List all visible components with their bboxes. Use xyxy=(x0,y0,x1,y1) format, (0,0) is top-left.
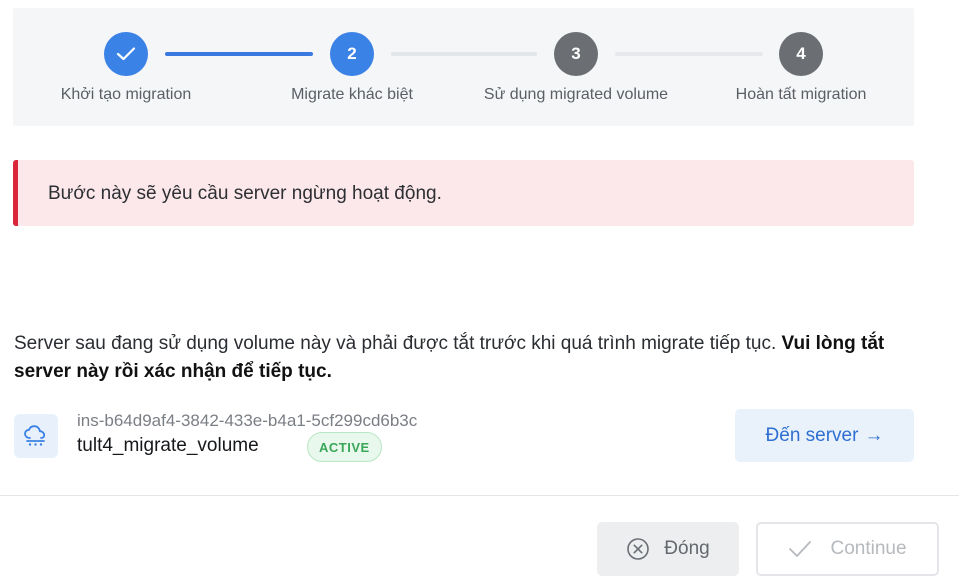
step-2-label: Migrate khác biệt xyxy=(291,86,413,103)
migration-stepper: 2 3 4 Khởi tạo migration Migrate khác bi… xyxy=(13,8,914,126)
continue-button-label: Continue xyxy=(830,538,907,559)
server-shutdown-description: Server sau đang sử dụng volume này và ph… xyxy=(14,330,914,386)
step-1-label: Khởi tạo migration xyxy=(60,86,192,103)
step-2-number: 2 xyxy=(347,44,357,63)
step-2-circle: 2 xyxy=(330,32,374,76)
step-4-number: 4 xyxy=(796,44,806,63)
check-icon xyxy=(789,541,812,557)
step-3-label: Sử dụng migrated volume xyxy=(483,86,669,103)
footer-divider xyxy=(0,495,959,496)
continue-button[interactable]: Continue xyxy=(756,522,939,576)
close-circle-icon xyxy=(627,538,650,560)
close-button-label: Đóng xyxy=(664,538,710,559)
server-name[interactable]: tult4_migrate_volume xyxy=(77,435,259,457)
server-id: ins-b64d9af4-3842-433e-b4a1-5cf299cd6b3c xyxy=(77,411,418,430)
arrow-right-icon: → xyxy=(864,424,884,446)
cloud-server-icon xyxy=(14,414,58,458)
warning-alert: Bước này sẽ yêu cầu server ngừng hoạt độ… xyxy=(13,160,914,226)
go-to-server-label: Đến server xyxy=(765,424,859,446)
step-1-check-icon xyxy=(104,32,148,76)
step-3-number: 3 xyxy=(571,44,581,63)
alert-message: Bước này sẽ yêu cầu server ngừng hoạt độ… xyxy=(48,183,442,204)
step-connector-2 xyxy=(391,52,537,56)
go-to-server-button[interactable]: Đến server → xyxy=(735,409,914,462)
step-4-label: Hoàn tất migration xyxy=(735,86,867,103)
step-connector-1 xyxy=(165,52,313,56)
step-connector-3 xyxy=(615,52,763,56)
status-badge: ACTIVE xyxy=(307,432,382,462)
step-4-circle: 4 xyxy=(779,32,823,76)
step-3-circle: 3 xyxy=(554,32,598,76)
close-button[interactable]: Đóng xyxy=(597,522,739,576)
description-text: Server sau đang sử dụng volume này và ph… xyxy=(14,333,782,354)
